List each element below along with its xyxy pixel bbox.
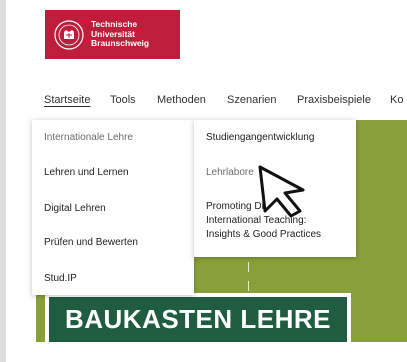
nav-item-tools[interactable]: Tools [110, 94, 136, 106]
nav-item-praxisbeispiele[interactable]: Praxisbeispiele [297, 94, 371, 106]
nav-item-startseite[interactable]: Startseite [44, 94, 90, 106]
nav-item-szenarien[interactable]: Szenarien [227, 94, 277, 106]
dropdown-menu-startseite: Internationale Lehre Lehren und Lernen D… [32, 120, 194, 295]
promoting-line-3: Insights & Good Practices [206, 229, 322, 240]
menu-item-digital-lehren[interactable]: Digital Lehren [44, 202, 106, 216]
menu-item-studiengangentwicklung[interactable]: Studiengangentwicklung [206, 131, 314, 145]
banner-title: BAUKASTEN LEHRE [49, 297, 347, 342]
logo-line-3: Braunschweig [91, 38, 150, 49]
menu-item-lehren-und-lernen[interactable]: Lehren und Lernen [44, 166, 129, 180]
menu-item-stud-ip[interactable]: Stud.IP [44, 272, 77, 286]
nav-item-methoden[interactable]: Methoden [157, 94, 206, 106]
page: Technische Universität Braunschweig Star… [0, 0, 407, 362]
university-seal-icon [54, 19, 84, 50]
nav-item-ko[interactable]: Ko [390, 94, 403, 106]
hero-divider-lower [248, 281, 249, 291]
menu-item-lehrlabore[interactable]: Lehrlabore [206, 166, 254, 180]
menu-item-pruefen-und-bewerten[interactable]: Prüfen und Bewerten [44, 236, 138, 250]
hero-divider-upper [248, 262, 249, 272]
logo-text: Technische Universität Braunschweig [91, 20, 149, 49]
tu-braunschweig-logo[interactable]: Technische Universität Braunschweig [45, 10, 180, 59]
menu-item-internationale-lehre[interactable]: Internationale Lehre [44, 131, 133, 145]
banner: BAUKASTEN LEHRE [45, 293, 351, 346]
mouse-pointer-icon [258, 165, 305, 218]
left-border [0, 0, 6, 362]
